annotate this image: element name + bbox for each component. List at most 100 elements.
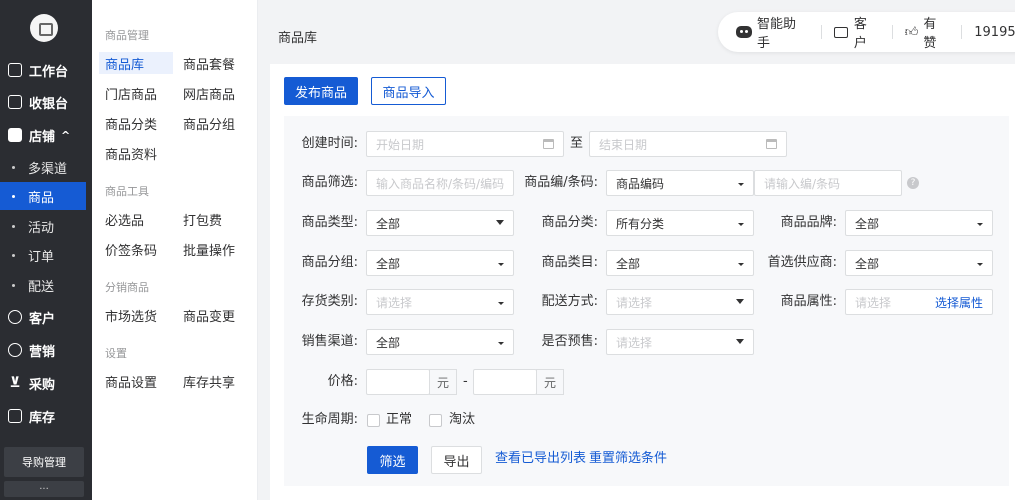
user-icon: [8, 310, 22, 324]
product-type-select[interactable]: 全部: [366, 210, 514, 236]
subnav-required-items[interactable]: 必选品: [105, 208, 144, 230]
export-button[interactable]: 导出: [431, 446, 482, 474]
end-date-input[interactable]: 结束日期: [589, 131, 787, 157]
publish-product-button[interactable]: 发布商品: [284, 77, 358, 105]
subnav-batch-operations[interactable]: 批量操作: [183, 238, 235, 260]
message-icon: [833, 26, 848, 38]
nav-purchase[interactable]: ⊻ 采购: [0, 368, 92, 398]
select-value: 全部: [616, 256, 641, 271]
bullet-icon: [12, 224, 15, 228]
price-label: 价格:: [327, 374, 358, 389]
subnav-product-library[interactable]: 商品库: [99, 52, 173, 74]
help-icon[interactable]: ?: [907, 177, 919, 189]
caret-down-icon: [977, 263, 983, 266]
like-button[interactable]: 👍︎ 有赞: [905, 13, 950, 51]
more-button[interactable]: ···: [4, 481, 84, 497]
guide-management-button[interactable]: 导购管理: [4, 447, 84, 477]
calendar-icon: [543, 139, 554, 149]
nav-label: 营销: [29, 344, 56, 360]
price-min-input[interactable]: [366, 369, 430, 395]
chevron-up-icon: ^: [61, 128, 71, 142]
caret-down-icon: [498, 302, 504, 305]
shop-icon: [8, 128, 22, 142]
view-exports-link[interactable]: 查看已导出列表: [495, 446, 586, 472]
stock-category-select[interactable]: 请选择: [366, 289, 514, 315]
nav-inventory[interactable]: 库存: [0, 401, 92, 431]
start-date-input[interactable]: 开始日期: [366, 131, 564, 157]
reset-filters-link[interactable]: 重置筛选条件: [589, 446, 667, 472]
range-to-label: 至: [570, 136, 584, 151]
nav-products[interactable]: 商品: [0, 182, 86, 210]
nav-customers[interactable]: 客户: [0, 302, 92, 332]
bullet-icon: [12, 165, 15, 169]
account-menu[interactable]: 19195...: [974, 25, 1015, 40]
placeholder: 请选择: [616, 335, 653, 350]
group-select[interactable]: 全部: [366, 250, 514, 276]
product-type-label: 商品类型:: [301, 215, 358, 230]
product-search-input[interactable]: 输入商品名称/条码/编码: [366, 170, 514, 196]
nav-delivery[interactable]: 配送: [0, 271, 86, 299]
nav-shop[interactable]: 店铺 ^: [0, 120, 92, 150]
nav-workbench[interactable]: 工作台: [0, 55, 92, 85]
channel-label: 销售渠道:: [301, 334, 358, 349]
shop-logo-icon[interactable]: [30, 14, 58, 42]
filter-button[interactable]: 筛选: [367, 446, 418, 474]
subnav-product-category[interactable]: 商品分类: [105, 112, 157, 134]
category-select[interactable]: 所有分类: [606, 210, 754, 236]
nav-label: 订单: [28, 249, 55, 265]
nav-orders[interactable]: 订单: [0, 241, 86, 269]
brand-select[interactable]: 全部: [845, 210, 993, 236]
price-dash: -: [463, 374, 468, 389]
group-title: 分销商品: [105, 281, 149, 294]
class-select[interactable]: 全部: [606, 250, 754, 276]
subnav-product-settings[interactable]: 商品设置: [105, 370, 157, 392]
subnav-store-products[interactable]: 门店商品: [105, 82, 157, 104]
channel-select[interactable]: 全部: [366, 329, 514, 355]
presale-select[interactable]: 请选择: [606, 329, 754, 355]
select-attribute-link[interactable]: 选择属性: [935, 294, 983, 311]
nav-multichannel[interactable]: 多渠道: [0, 153, 86, 181]
subnav-price-tag-barcode[interactable]: 价签条码: [105, 238, 157, 260]
stock-category-label: 存货类别:: [301, 294, 358, 309]
nav-marketing[interactable]: 营销: [0, 335, 92, 365]
code-input[interactable]: 请输入编/条码: [754, 170, 902, 196]
nav-label: 采购: [29, 377, 56, 393]
subnav-product-data[interactable]: 商品资料: [105, 142, 157, 164]
supplier-select[interactable]: 全部: [845, 250, 993, 276]
code-type-select[interactable]: 商品编码: [606, 170, 754, 196]
nav-cashier[interactable]: 收银台: [0, 87, 92, 117]
lifecycle-normal-label: 正常: [386, 412, 413, 427]
assistant-button[interactable]: 智能助手: [736, 13, 809, 51]
subnav-inventory-sharing[interactable]: 库存共享: [183, 370, 235, 392]
nav-label: 客户: [29, 311, 56, 327]
subnav-market-selection[interactable]: 市场选货: [105, 304, 157, 326]
attribute-input[interactable]: 请选择 选择属性: [845, 289, 993, 315]
bullet-icon: [12, 283, 15, 287]
assistant-label: 智能助手: [756, 17, 796, 51]
nav-label: 店铺: [29, 129, 56, 145]
delivery-select[interactable]: 请选择: [606, 289, 754, 315]
select-value: 全部: [376, 256, 401, 271]
customer-service-button[interactable]: 客户: [833, 13, 880, 51]
subnav-online-products[interactable]: 网店商品: [183, 82, 235, 104]
lifecycle-obsolete-checkbox[interactable]: [429, 414, 442, 427]
select-value: 所有分类: [616, 216, 665, 231]
nav-label: 配送: [28, 279, 55, 295]
lifecycle-normal-checkbox[interactable]: [367, 414, 380, 427]
supplier-label: 首选供应商:: [767, 255, 837, 270]
import-product-button[interactable]: 商品导入: [371, 77, 446, 105]
price-max-input[interactable]: [473, 369, 537, 395]
subnav-product-bundle[interactable]: 商品套餐: [183, 52, 235, 74]
nav-label: 多渠道: [28, 161, 68, 177]
product-filter-label: 商品筛选:: [301, 175, 358, 190]
breadcrumb: 商品库: [278, 31, 318, 46]
divider: [891, 25, 893, 39]
nav-activity[interactable]: 活动: [0, 212, 86, 240]
subnav-packing-fee[interactable]: 打包费: [183, 208, 222, 230]
group-label: 商品分组:: [301, 255, 358, 270]
subnav-product-group[interactable]: 商品分组: [183, 112, 235, 134]
presale-label: 是否预售:: [541, 334, 598, 349]
subnav-product-changes[interactable]: 商品变更: [183, 304, 235, 326]
brand-label: 商品品牌:: [780, 215, 837, 230]
cashier-icon: [8, 95, 22, 109]
